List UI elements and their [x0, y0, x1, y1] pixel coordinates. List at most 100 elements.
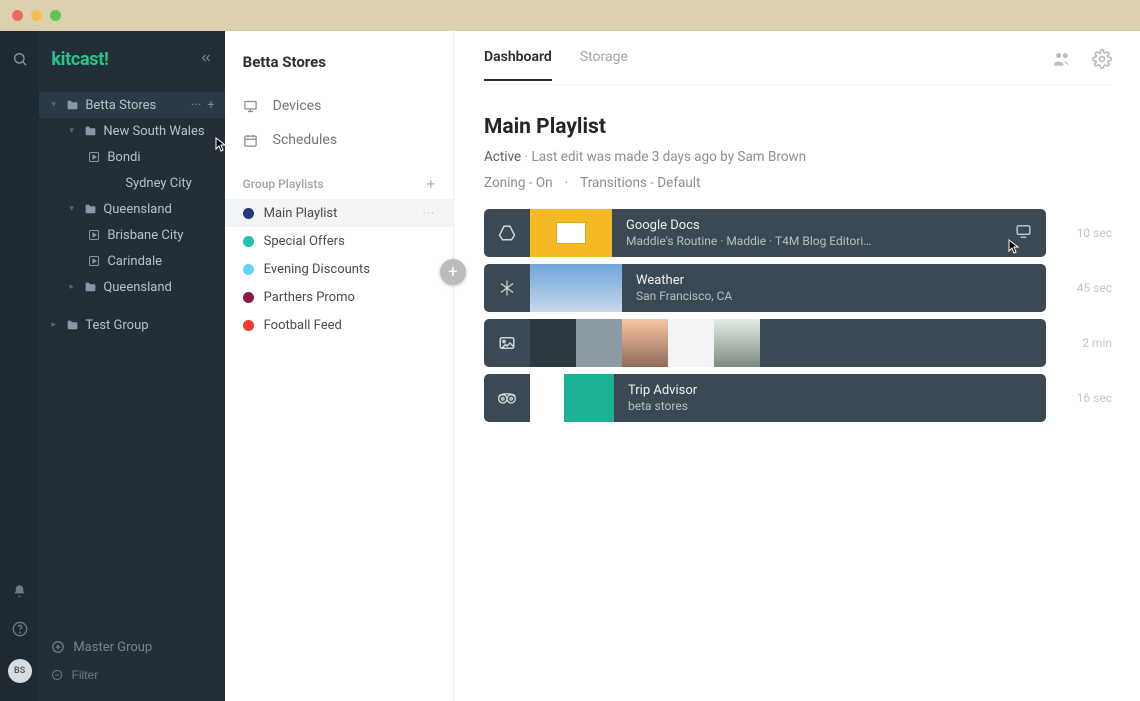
chevron-right-icon: ▸ [51, 320, 61, 330]
filter-icon [51, 668, 63, 682]
chevron-down-icon: ▾ [69, 126, 79, 136]
tree-item[interactable]: Sydney City [39, 170, 224, 196]
thumbnail [530, 264, 576, 312]
snowflake-icon [484, 279, 530, 297]
chevron-down-icon: ▾ [69, 204, 79, 214]
duration-label: 2 min [1070, 336, 1112, 350]
add-content-fab[interactable]: + [440, 259, 466, 285]
nav-schedules[interactable]: Schedules [225, 123, 453, 157]
more-icon[interactable]: ··· [423, 206, 435, 220]
playlist-color-icon [243, 236, 254, 247]
chevron-right-icon: ▸ [69, 282, 79, 292]
search-icon[interactable] [12, 51, 28, 71]
tree-item[interactable]: ▾ Queensland [39, 196, 224, 222]
duration-label: 16 sec [1070, 391, 1112, 405]
main-content: DashboardStorage Main Playlist Active · … [454, 31, 1140, 701]
tree-group[interactable]: ▾Betta Stores···+ [39, 92, 224, 118]
playlist-name: Special Offers [264, 234, 435, 249]
maximize-window-button[interactable] [50, 10, 61, 21]
add-playlist-button[interactable]: + [426, 175, 435, 193]
play-icon [87, 150, 101, 164]
close-window-button[interactable] [12, 10, 23, 21]
playlist-item[interactable]: Main Playlist··· [225, 199, 453, 227]
content-card[interactable]: WeatherSan Francisco, CA [484, 264, 1046, 312]
filter-input[interactable] [72, 668, 213, 682]
tree-label: Sydney City [125, 176, 214, 191]
avatar[interactable]: BS [8, 659, 32, 683]
folder-icon [65, 318, 79, 332]
chevron-down-icon: ▾ [51, 100, 61, 110]
playlist-color-icon [243, 292, 254, 303]
thumbnail [530, 374, 614, 422]
play-icon [87, 254, 101, 268]
content-card[interactable]: Google DocsMaddie's Routine · Maddie · T… [484, 209, 1046, 257]
thumbnail [576, 319, 622, 367]
playlist-item[interactable]: Evening Discounts [225, 255, 453, 283]
master-group-button[interactable]: Master Group [51, 633, 212, 661]
content-card[interactable]: Trip Advisorbeta stores [484, 374, 1046, 422]
duration-label: 10 sec [1070, 226, 1112, 240]
tree-item[interactable]: Brisbane City [39, 222, 224, 248]
gear-icon[interactable] [1092, 49, 1112, 73]
playlist-color-icon [243, 264, 254, 275]
play-icon [87, 228, 101, 242]
tree-label: Test Group [85, 318, 214, 333]
tab-storage[interactable]: Storage [580, 49, 628, 79]
tree-label: Queensland [103, 280, 214, 295]
thumbnail [622, 319, 668, 367]
nav-label: Devices [273, 98, 322, 114]
nav-devices[interactable]: Devices [225, 89, 453, 123]
thumbnail [530, 209, 612, 257]
tree-label: Queensland [103, 202, 214, 217]
playlist-section-label: Group Playlists [243, 177, 324, 191]
tree-item[interactable]: ▾ New South Wales [39, 118, 224, 144]
playlist-name: Football Feed [264, 318, 435, 333]
thumbnail [668, 319, 714, 367]
plus-circle-icon [51, 640, 65, 654]
tree-item[interactable]: Carindale [39, 248, 224, 274]
tree-item[interactable]: ▸ Queensland [39, 274, 224, 300]
playlist-color-icon [243, 320, 254, 331]
content-card[interactable] [484, 319, 1046, 367]
location-tree: ▾Betta Stores···+▾New South WalesBondiSy… [39, 92, 224, 621]
help-icon[interactable] [12, 621, 28, 641]
last-edit-text: Last edit was made 3 days ago by Sam Bro… [531, 149, 806, 165]
more-icon[interactable]: ··· [191, 99, 201, 112]
folder-icon [83, 280, 97, 294]
monitor-icon[interactable] [1015, 223, 1032, 244]
folder-icon [83, 124, 97, 138]
monitor-icon [243, 98, 259, 114]
card-subtitle: San Francisco, CA [636, 289, 732, 303]
window-titlebar [0, 0, 1140, 31]
playlist-item[interactable]: Parthers Promo [225, 283, 453, 311]
card-title: Google Docs [626, 218, 871, 233]
tree-label: Carindale [107, 254, 214, 269]
page-title: Main Playlist [484, 115, 1112, 139]
zoning-setting[interactable]: Zoning - On [484, 175, 553, 191]
tree-label: Bondi [107, 150, 214, 165]
tree-group[interactable]: ▸ Test Group [39, 312, 224, 338]
card-subtitle: Maddie's Routine · Maddie · T4M Blog Edi… [626, 234, 871, 248]
collapse-sidebar-button[interactable] [199, 51, 213, 69]
status-badge: Active [484, 149, 521, 165]
minimize-window-button[interactable] [31, 10, 42, 21]
transitions-setting[interactable]: Transitions - Default [580, 175, 700, 191]
playlist-color-icon [243, 208, 254, 219]
plus-icon[interactable]: + [207, 99, 214, 112]
thumbnail [714, 319, 760, 367]
tab-dashboard[interactable]: Dashboard [484, 49, 552, 81]
thumbnail [576, 264, 622, 312]
group-panel: Betta Stores Devices Schedules Group Play… [225, 31, 454, 701]
folder-icon [65, 98, 79, 112]
bell-icon[interactable] [12, 584, 27, 603]
playlist-item[interactable]: Special Offers [225, 227, 453, 255]
tree-label: New South Wales [103, 124, 214, 139]
icon-rail: BS [0, 31, 39, 701]
people-icon[interactable] [1052, 49, 1072, 73]
playlist-item[interactable]: Football Feed [225, 311, 453, 339]
app-logo: kitcast! [51, 49, 108, 70]
tree-sidebar: kitcast! ▾Betta Stores···+▾New South Wal… [39, 31, 224, 701]
group-title: Betta Stores [225, 31, 453, 89]
card-title: Weather [636, 273, 732, 288]
tree-item[interactable]: Bondi [39, 144, 224, 170]
